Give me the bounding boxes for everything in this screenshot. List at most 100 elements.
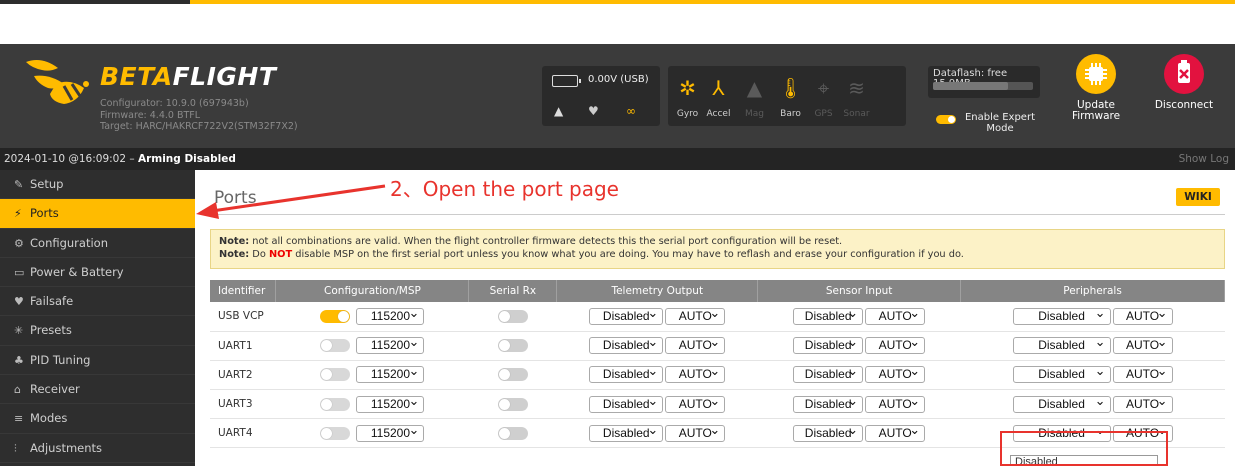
msp-toggle[interactable] bbox=[320, 339, 351, 353]
sidebar-item-adjustments[interactable]: ⫶ Adjustments bbox=[0, 434, 195, 463]
notice-box: Note: not all combinations are valid. Wh… bbox=[210, 229, 1225, 269]
gps-icon: ⌖ bbox=[817, 76, 830, 100]
serial-rx-toggle[interactable] bbox=[497, 309, 528, 323]
telemetry-cell: DisabledAUTO bbox=[556, 418, 758, 449]
msp-toggle[interactable] bbox=[320, 397, 351, 411]
sensor-select[interactable]: Disabled bbox=[793, 363, 864, 384]
wiki-button[interactable]: WIKI bbox=[1176, 188, 1220, 206]
port-identifier: UART2 bbox=[210, 360, 276, 391]
dataflash-status: Dataflash: free15.9MB bbox=[928, 66, 1040, 98]
sensor-baud-select[interactable]: AUTO bbox=[865, 305, 926, 325]
col-serial-rx: Serial Rx bbox=[468, 280, 558, 302]
peripheral-select[interactable]: Disabled bbox=[1012, 363, 1111, 384]
peripheral-cell: DisabledAUTO bbox=[960, 331, 1225, 361]
serial-rx-toggle[interactable] bbox=[497, 397, 528, 411]
msp-baud-select[interactable]: 115200 bbox=[356, 422, 425, 442]
telemetry-select[interactable]: Disabled bbox=[589, 393, 664, 413]
sidebar-item-modes[interactable]: ≡ Modes bbox=[0, 404, 195, 434]
peripheral-cell: DisabledAUTO bbox=[960, 360, 1225, 391]
msp-cell: 115200 bbox=[275, 418, 469, 449]
telemetry-select[interactable]: Disabled bbox=[589, 334, 664, 355]
peripheral-baud-select[interactable]: AUTO bbox=[1112, 305, 1173, 325]
msp-baud-select[interactable]: 115200 bbox=[356, 363, 425, 384]
msp-baud-select[interactable]: 115200 bbox=[356, 334, 425, 355]
sensor-baud-select[interactable]: AUTO bbox=[865, 334, 926, 355]
peripheral-baud-select[interactable]: AUTO bbox=[1112, 363, 1173, 384]
telemetry-select[interactable]: Disabled bbox=[589, 363, 664, 384]
peripheral-baud-select[interactable]: AUTO bbox=[1112, 393, 1173, 413]
dataflash-bar-fill bbox=[933, 82, 1008, 90]
warning-icon: ▲ bbox=[554, 104, 564, 118]
battery-icon bbox=[552, 75, 581, 87]
msp-toggle[interactable] bbox=[320, 426, 351, 440]
serial-rx-cell bbox=[468, 418, 557, 449]
sensor-baud-select[interactable]: AUTO bbox=[865, 393, 926, 413]
baro-icon: 🌡 bbox=[777, 76, 804, 100]
disconnect-label: Disconnect bbox=[1154, 99, 1214, 111]
msp-toggle[interactable] bbox=[320, 368, 351, 382]
telemetry-select[interactable]: Disabled bbox=[589, 422, 664, 442]
battery-voltage: 0.00V (USB) bbox=[588, 74, 649, 85]
update-firmware-button[interactable]: Update Firmware bbox=[1056, 54, 1136, 122]
sensor-select[interactable]: Disabled bbox=[793, 305, 864, 325]
col-telemetry-output: Telemetry Output bbox=[556, 280, 759, 302]
sensor-select[interactable]: Disabled bbox=[793, 334, 864, 355]
annotation-arrow bbox=[196, 184, 386, 219]
telemetry-baud-select[interactable]: AUTO bbox=[665, 393, 726, 413]
col-peripherals: Peripherals bbox=[960, 280, 1225, 302]
msp-toggle[interactable] bbox=[320, 309, 351, 323]
serial-rx-toggle[interactable] bbox=[497, 368, 528, 382]
msp-baud-select[interactable]: 115200 bbox=[356, 305, 425, 325]
sensor-accel: ⅄ Accel bbox=[704, 66, 733, 126]
telemetry-cell: DisabledAUTO bbox=[556, 302, 758, 332]
table-row: UART2115200DisabledAUTODisabledAUTODisab… bbox=[210, 360, 1225, 391]
sensor-status-panel: ✲ Gyro ⅄ Accel ▲ Mag 🌡 Baro ⌖ GPS ≋ Sonar bbox=[668, 66, 906, 126]
peripheral-baud-select[interactable]: AUTO bbox=[1112, 334, 1173, 355]
sensor-select[interactable]: Disabled bbox=[793, 422, 864, 442]
sidebar-item-failsafe[interactable]: ♥ Failsafe bbox=[0, 287, 195, 317]
expert-mode-switch[interactable] bbox=[936, 115, 956, 124]
serial-rx-toggle[interactable] bbox=[497, 339, 528, 353]
show-log-link[interactable]: Show Log bbox=[1179, 148, 1229, 170]
telemetry-select[interactable]: Disabled bbox=[589, 305, 664, 325]
chip-icon bbox=[1076, 54, 1116, 94]
sensor-sonar: ≋ Sonar bbox=[843, 76, 870, 119]
serial-rx-cell bbox=[468, 331, 557, 361]
telemetry-baud-select[interactable]: AUTO bbox=[665, 334, 726, 355]
sidebar-item-pid-tuning[interactable]: ♣ PID Tuning bbox=[0, 346, 195, 376]
telemetry-cell: DisabledAUTO bbox=[556, 331, 758, 361]
disconnect-button[interactable]: Disconnect bbox=[1144, 54, 1224, 111]
telemetry-baud-select[interactable]: AUTO bbox=[665, 305, 726, 325]
note-line-2: Note: Do NOT disable MSP on the first se… bbox=[219, 249, 964, 260]
sensor-cell: DisabledAUTO bbox=[757, 360, 961, 391]
telemetry-baud-select[interactable]: AUTO bbox=[665, 363, 726, 384]
peripheral-select[interactable]: Disabled bbox=[1012, 393, 1111, 413]
mag-icon: ▲ bbox=[746, 76, 763, 100]
sidebar-item-presets[interactable]: ✳ Presets bbox=[0, 316, 195, 346]
col-sensor-input: Sensor Input bbox=[757, 280, 962, 302]
serial-rx-toggle[interactable] bbox=[497, 426, 528, 440]
gear-icon: ⚙ bbox=[14, 236, 24, 250]
sensor-select[interactable]: Disabled bbox=[793, 393, 864, 413]
sidebar-item-configuration[interactable]: ⚙ Configuration bbox=[0, 229, 195, 258]
sensor-baro: 🌡 Baro bbox=[777, 76, 804, 119]
annotation-text: 2、Open the port page bbox=[390, 177, 619, 201]
battery-status: 0.00V (USB) ▲ ♥ ∞ bbox=[542, 66, 660, 126]
msp-cell: 115200 bbox=[275, 389, 469, 420]
sensor-baud-select[interactable]: AUTO bbox=[865, 363, 926, 384]
msp-cell: 115200 bbox=[275, 360, 469, 391]
sidebar-item-power-battery[interactable]: ▭ Power & Battery bbox=[0, 258, 195, 288]
sensor-baud-select[interactable]: AUTO bbox=[865, 422, 926, 442]
msp-baud-select[interactable]: 115200 bbox=[356, 393, 425, 413]
telemetry-cell: DisabledAUTO bbox=[556, 360, 758, 391]
peripheral-select[interactable]: Disabled bbox=[1012, 334, 1111, 355]
peripheral-select[interactable]: Disabled bbox=[1012, 305, 1111, 325]
table-row: UART3115200DisabledAUTODisabledAUTODisab… bbox=[210, 389, 1225, 420]
note-line-1: Note: not all combinations are valid. Wh… bbox=[219, 236, 843, 247]
ports-table: Identifier Configuration/MSP Serial Rx T… bbox=[210, 280, 1225, 449]
port-identifier: USB VCP bbox=[210, 302, 276, 332]
table-header: Identifier Configuration/MSP Serial Rx T… bbox=[210, 280, 1225, 302]
sidebar-item-receiver[interactable]: ⌂ Receiver bbox=[0, 375, 195, 405]
telemetry-baud-select[interactable]: AUTO bbox=[665, 422, 726, 442]
presets-icon: ✳ bbox=[14, 324, 24, 338]
